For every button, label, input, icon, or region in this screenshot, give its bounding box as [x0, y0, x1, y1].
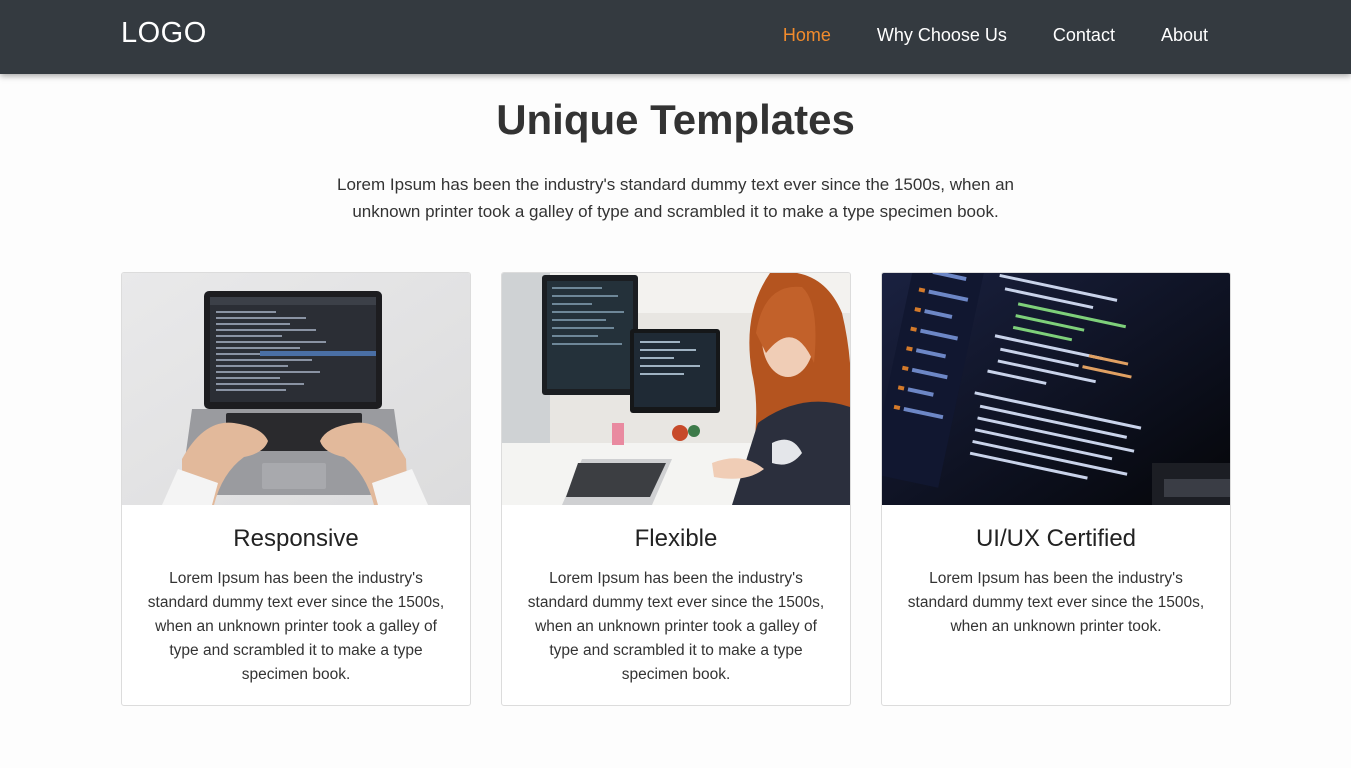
feature-card-flexible: Flexible Lorem Ipsum has been the indust… — [501, 272, 851, 706]
nav-link-contact[interactable]: Contact — [1053, 25, 1115, 46]
nav-link-home[interactable]: Home — [783, 25, 831, 46]
nav-menu: Home Why Choose Us Contact About — [737, 25, 1208, 46]
logo[interactable]: LOGO — [121, 17, 207, 50]
top-navbar: LOGO Home Why Choose Us Contact About — [0, 0, 1351, 74]
section-title: Unique Templates — [496, 96, 855, 143]
nav-link-why-choose-us[interactable]: Why Choose Us — [877, 25, 1007, 46]
card-title: Flexible — [634, 525, 718, 552]
feature-card-responsive: Responsive Lorem Ipsum has been the indu… — [121, 272, 471, 706]
card-text: Lorem Ipsum has been the industry's stan… — [147, 570, 445, 683]
card-title: Responsive — [233, 525, 359, 552]
laptop-typing-image — [122, 273, 470, 505]
section-subtitle: Lorem Ipsum has been the industry's stan… — [336, 175, 1014, 221]
code-screen-image — [882, 273, 1230, 505]
office-worker-image — [502, 273, 850, 505]
card-title: UI/UX Certified — [975, 525, 1137, 552]
feature-card-ui-ux-certified: UI/UX Certified Lorem Ipsum has been the… — [881, 272, 1231, 706]
card-text: Lorem Ipsum has been the industry's stan… — [527, 570, 825, 683]
card-text: Lorem Ipsum has been the industry's stan… — [907, 570, 1205, 635]
nav-link-about[interactable]: About — [1161, 25, 1208, 46]
